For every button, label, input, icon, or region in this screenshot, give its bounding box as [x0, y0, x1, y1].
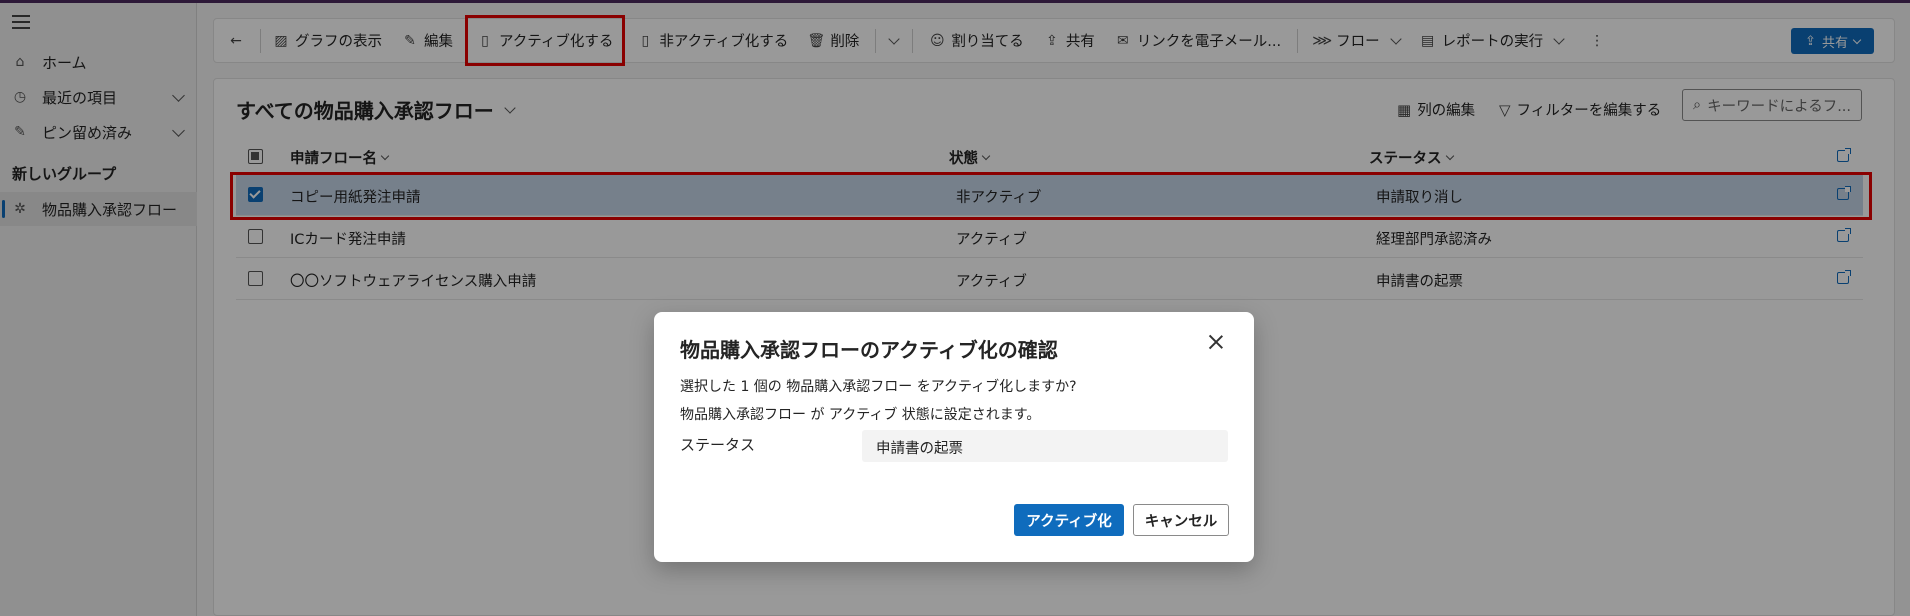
- activate-confirm-dialog: 物品購入承認フローのアクティブ化の確認 選択した 1 個の 物品購入承認フロー …: [654, 312, 1254, 562]
- status-field[interactable]: 申請書の起票: [862, 430, 1228, 462]
- activate-confirm-button[interactable]: アクティブ化: [1014, 504, 1124, 536]
- dialog-message-2: 物品購入承認フロー が アクティブ 状態に設定されます。: [680, 407, 1041, 423]
- close-icon[interactable]: [1206, 332, 1226, 352]
- dialog-title: 物品購入承認フローのアクティブ化の確認: [680, 338, 1058, 362]
- status-field-label: ステータス: [680, 436, 756, 454]
- cancel-button[interactable]: キャンセル: [1133, 504, 1229, 536]
- dialog-message-1: 選択した 1 個の 物品購入承認フロー をアクティブ化しますか?: [680, 379, 1077, 395]
